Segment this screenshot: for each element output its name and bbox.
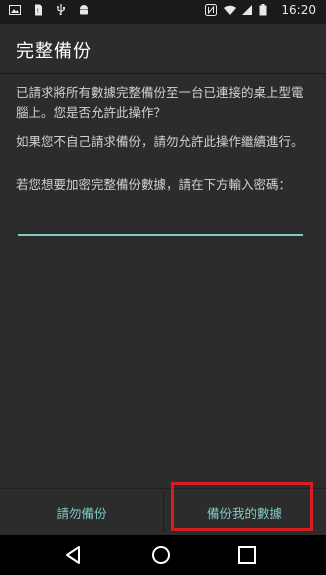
svg-text:!: !	[37, 8, 39, 15]
recent-apps-icon[interactable]	[232, 541, 262, 569]
status-bar: ! 16:20	[0, 0, 326, 24]
dialog-title: 完整備份	[16, 41, 92, 62]
wifi-icon	[223, 4, 237, 16]
password-field[interactable]	[18, 212, 303, 236]
android-icon	[78, 4, 90, 16]
warning-text: 如果您不自己請求備份，請勿允許此操作繼續進行。	[16, 134, 304, 149]
backup-request-text: 已請求將所有數據完整備份至一台已連接的桌上型電腦上。您是否允許此操作？	[16, 85, 304, 120]
deny-backup-button[interactable]: 請勿備份	[0, 489, 163, 535]
usb-icon	[55, 4, 67, 16]
highlight-annotation	[171, 482, 313, 531]
nfc-icon	[205, 4, 218, 16]
navigation-bar	[0, 535, 326, 575]
title-divider	[0, 73, 326, 74]
signal-icon	[241, 4, 253, 16]
gallery-icon	[9, 4, 21, 16]
home-icon[interactable]	[146, 541, 176, 569]
screen: ! 16:20 完整備份 已請求將所有數據完整備份至一台已連接的桌上型電腦上。您…	[0, 0, 326, 575]
sim-icon: !	[32, 4, 44, 16]
back-icon[interactable]	[58, 541, 88, 569]
clock: 16:20	[281, 3, 316, 17]
battery-icon	[259, 4, 271, 16]
password-prompt-text: 若您想要加密完整備份數據，請在下方輸入密碼：	[16, 177, 292, 192]
